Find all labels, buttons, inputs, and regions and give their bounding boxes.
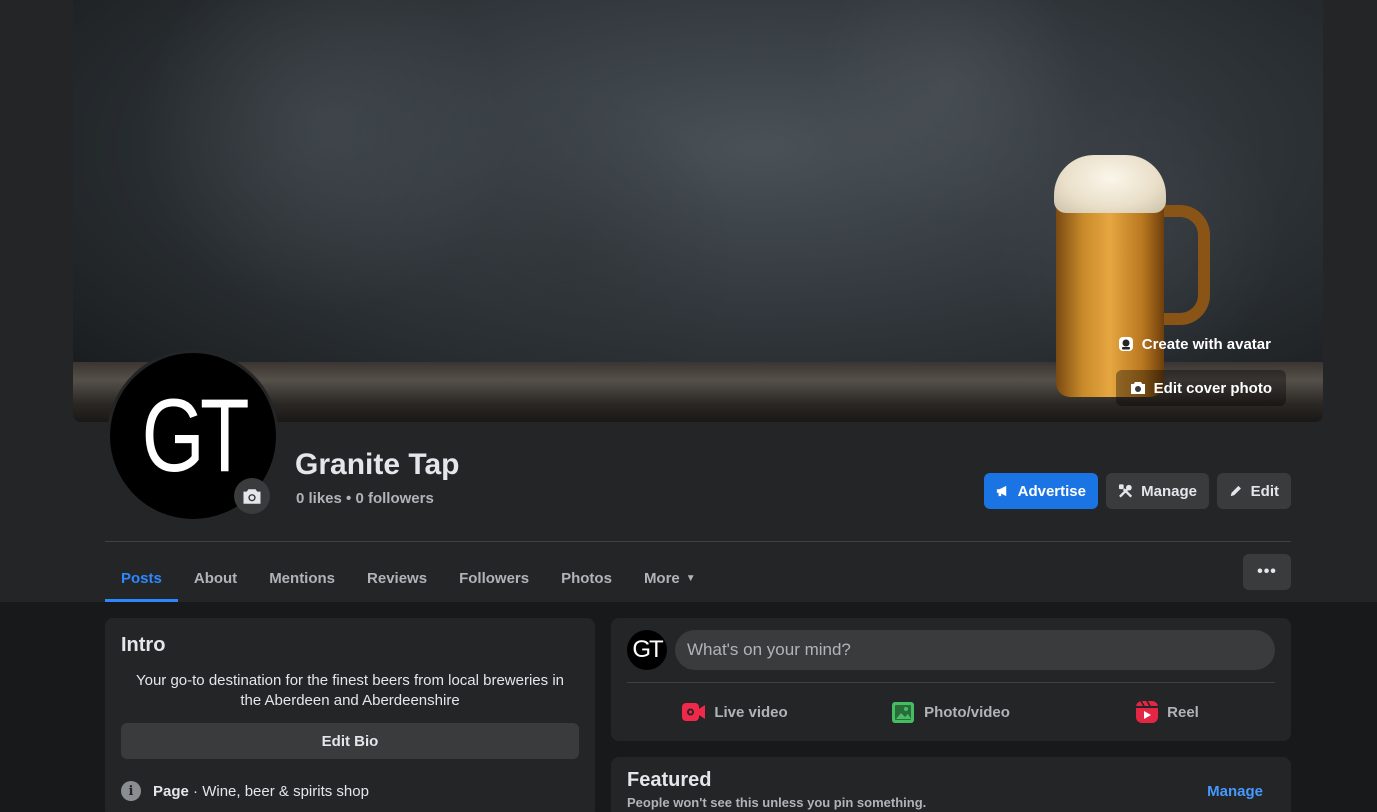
edit-cover-photo-button[interactable]: Edit cover photo: [1115, 370, 1286, 406]
advertise-button[interactable]: Advertise: [984, 473, 1098, 509]
photo-icon: [892, 702, 915, 723]
cover-photo: Create with avatar Edit cover photo: [73, 0, 1323, 422]
camera-icon: [243, 488, 261, 504]
tools-icon: [1118, 484, 1133, 498]
advertise-label: Advertise: [1017, 482, 1086, 500]
camera-icon: [1130, 382, 1145, 394]
tab-reviews[interactable]: Reviews: [351, 555, 443, 602]
caret-down-icon: ▼: [685, 573, 696, 584]
live-video-icon: [682, 703, 706, 721]
intro-card: Intro Your go-to destination for the fin…: [105, 618, 595, 812]
more-options-button[interactable]: •••: [1243, 554, 1291, 590]
create-with-avatar-label: Create with avatar: [1141, 335, 1271, 353]
page-category-row: i Page · Wine, beer & spirits shop: [121, 781, 579, 801]
edit-button[interactable]: Edit: [1217, 473, 1291, 509]
edit-bio-button[interactable]: Edit Bio: [121, 723, 579, 759]
page-stats[interactable]: 0 likes • 0 followers: [296, 490, 434, 507]
tab-posts[interactable]: Posts: [105, 555, 178, 602]
whats-on-your-mind-input[interactable]: What's on your mind?: [675, 630, 1275, 670]
page-title: Granite Tap: [295, 448, 460, 481]
photo-video-label: Photo/video: [924, 703, 1010, 721]
photo-video-button[interactable]: Photo/video: [843, 692, 1059, 732]
featured-title: Featured: [627, 769, 712, 791]
category-separator: ·: [188, 782, 203, 800]
edit-label: Edit: [1250, 482, 1279, 500]
tab-more-label: More: [643, 570, 680, 587]
profile-monogram: GT: [141, 377, 249, 494]
avatar-icon: [1118, 337, 1133, 351]
manage-button[interactable]: Manage: [1106, 473, 1209, 509]
post-composer: GT What's on your mind? Live video Photo…: [611, 618, 1291, 741]
reel-icon: [1136, 700, 1159, 723]
megaphone-icon: [996, 485, 1007, 497]
reel-button[interactable]: Reel: [1059, 692, 1275, 732]
info-icon: i: [121, 781, 141, 801]
tab-photos[interactable]: Photos: [545, 555, 628, 602]
profile-tabs: Posts About Mentions Reviews Followers P…: [105, 555, 712, 602]
manage-label: Manage: [1141, 482, 1197, 500]
tab-followers[interactable]: Followers: [443, 555, 545, 602]
update-profile-picture-button[interactable]: [234, 478, 270, 514]
tab-about[interactable]: About: [178, 555, 253, 602]
header-divider: [105, 541, 1291, 542]
intro-bio: Your go-to destination for the finest be…: [135, 672, 564, 709]
page-type-label: Page: [153, 782, 189, 800]
composer-actions: Live video Photo/video Reel: [627, 692, 1275, 732]
reel-label: Reel: [1167, 703, 1199, 721]
tab-mentions[interactable]: Mentions: [253, 555, 351, 602]
live-video-button[interactable]: Live video: [627, 692, 843, 732]
intro-title: Intro: [121, 634, 166, 656]
featured-manage-link[interactable]: Manage: [1191, 779, 1279, 804]
live-video-label: Live video: [714, 703, 788, 721]
page-category: Wine, beer & spirits shop: [202, 782, 369, 800]
create-with-avatar-button[interactable]: Create with avatar: [1104, 326, 1285, 362]
composer-divider: [627, 682, 1275, 683]
avatar[interactable]: GT: [627, 630, 667, 670]
edit-cover-photo-label: Edit cover photo: [1153, 379, 1272, 397]
featured-subtitle: People won't see this unless you pin som…: [627, 795, 927, 810]
featured-card: Featured People won't see this unless yo…: [611, 757, 1291, 812]
tab-more[interactable]: More ▼: [628, 555, 712, 602]
pencil-icon: [1230, 485, 1241, 497]
